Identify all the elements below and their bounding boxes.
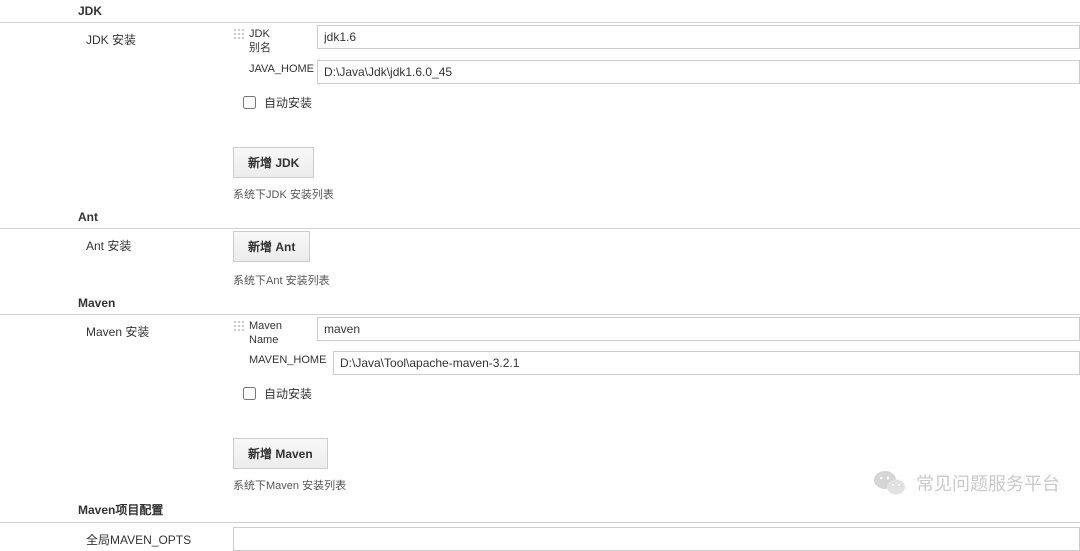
jdk-auto-install-label: 自动安装 xyxy=(264,94,312,111)
ant-install-row: Ant 安装 新增 Ant xyxy=(0,229,1080,264)
section-header-maven: Maven xyxy=(0,292,1080,315)
maven-home-input[interactable] xyxy=(333,351,1080,375)
jdk-button-area: 新增 JDK xyxy=(0,147,1080,178)
section-header-ant: Ant xyxy=(0,206,1080,229)
ant-form-area: 新增 Ant xyxy=(155,231,1080,262)
ant-list-text: 系统下Ant 安装列表 xyxy=(0,272,1080,288)
jdk-home-label: JAVA_HOME xyxy=(249,60,317,76)
maven-home-row: MAVEN_HOME xyxy=(233,351,1080,375)
add-jdk-button[interactable]: 新增 JDK xyxy=(233,147,314,178)
drag-handle-icon[interactable] xyxy=(233,320,245,332)
jdk-install-label: JDK 安装 xyxy=(0,25,155,48)
add-ant-button[interactable]: 新增 Ant xyxy=(233,231,310,262)
jdk-auto-install-checkbox[interactable] xyxy=(243,96,256,109)
section-header-jdk: JDK xyxy=(0,0,1080,23)
watermark: 常见问题服务平台 xyxy=(872,465,1060,501)
jdk-install-row: JDK 安装 JDK别名 JAVA_HOME 自动安装 xyxy=(0,23,1080,119)
jdk-home-input[interactable] xyxy=(317,60,1080,84)
maven-opts-input[interactable] xyxy=(233,527,1080,551)
add-maven-button[interactable]: 新增 Maven xyxy=(233,438,328,469)
maven-install-row: Maven 安装 MavenName MAVEN_HOME 自动安装 xyxy=(0,315,1080,411)
maven-auto-install-row: 自动安装 xyxy=(233,379,1080,408)
wechat-icon xyxy=(872,465,908,501)
maven-auto-install-label: 自动安装 xyxy=(264,385,312,402)
maven-opts-row: 全局MAVEN_OPTS xyxy=(0,523,1080,551)
jdk-list-text: 系统下JDK 安装列表 xyxy=(0,186,1080,202)
jdk-home-row: JAVA_HOME xyxy=(233,60,1080,84)
maven-name-input[interactable] xyxy=(317,317,1080,341)
maven-name-row: MavenName xyxy=(233,317,1080,348)
drag-handle-icon[interactable] xyxy=(233,28,245,40)
jdk-auto-install-row: 自动安装 xyxy=(233,88,1080,117)
section-header-maven-project: Maven项目配置 xyxy=(0,497,1080,523)
jdk-form-area: JDK别名 JAVA_HOME 自动安装 xyxy=(155,25,1080,117)
maven-home-label: MAVEN_HOME xyxy=(249,351,333,367)
maven-install-label: Maven 安装 xyxy=(0,317,155,340)
maven-auto-install-checkbox[interactable] xyxy=(243,387,256,400)
maven-name-label: MavenName xyxy=(249,317,317,348)
jdk-name-row: JDK别名 xyxy=(233,25,1080,56)
jdk-name-label: JDK别名 xyxy=(249,25,317,56)
maven-opts-label: 全局MAVEN_OPTS xyxy=(0,531,233,548)
maven-form-area: MavenName MAVEN_HOME 自动安装 xyxy=(155,317,1080,409)
watermark-text: 常见问题服务平台 xyxy=(916,470,1060,496)
jdk-name-input[interactable] xyxy=(317,25,1080,49)
ant-install-label: Ant 安装 xyxy=(0,231,155,254)
